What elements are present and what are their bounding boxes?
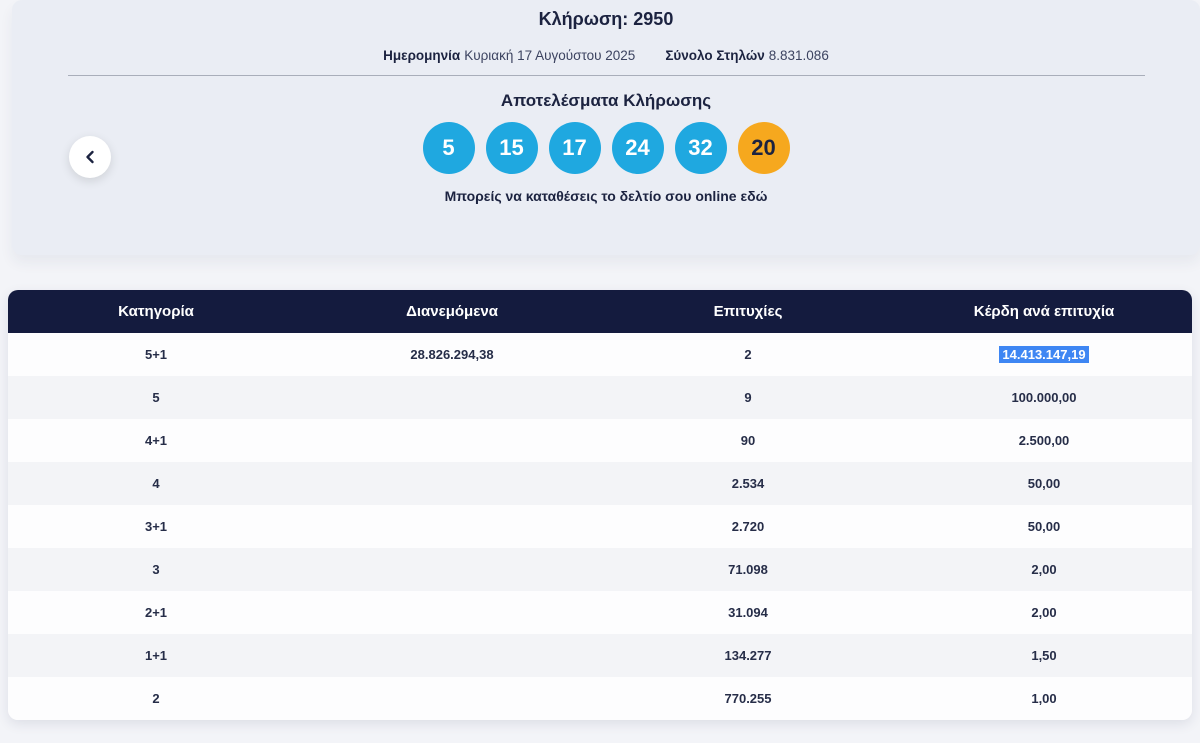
draw-date: Ημερομηνία Κυριακή 17 Αυγούστου 2025	[383, 48, 635, 63]
cell-prize: 2,00	[896, 562, 1192, 577]
total-columns-value: 8.831.086	[769, 48, 829, 63]
table-row: 3 71.098 2,00	[8, 548, 1192, 591]
cell-category: 4	[8, 476, 304, 491]
bonus-number-ball: 20	[738, 122, 790, 174]
draw-summary-section: Κλήρωση: 2950 Ημερομηνία Κυριακή 17 Αυγού…	[12, 0, 1200, 255]
table-row: 4 2.534 50,00	[8, 462, 1192, 505]
cell-prize: 2.500,00	[896, 433, 1192, 448]
draw-date-value: Κυριακή 17 Αυγούστου 2025	[464, 48, 635, 63]
table-row: 2 770.255 1,00	[8, 677, 1192, 720]
winning-number-ball: 32	[675, 122, 727, 174]
cell-category: 3+1	[8, 519, 304, 534]
cell-prize: 1,50	[896, 648, 1192, 663]
cell-prize: 50,00	[896, 519, 1192, 534]
cell-category: 4+1	[8, 433, 304, 448]
cell-winners: 2.534	[600, 476, 896, 491]
winning-numbers: 5 15 17 24 32 20	[12, 122, 1200, 174]
winning-number-ball: 24	[612, 122, 664, 174]
table-row: 5 9 100.000,00	[8, 376, 1192, 419]
winning-number-ball: 17	[549, 122, 601, 174]
draw-date-label: Ημερομηνία	[383, 48, 460, 63]
draw-title: Κλήρωση: 2950	[12, 0, 1200, 30]
prize-table: Κατηγορία Διανεμόμενα Επιτυχίες Κέρδη αν…	[8, 290, 1192, 720]
table-row: 3+1 2.720 50,00	[8, 505, 1192, 548]
winning-number-ball: 5	[423, 122, 475, 174]
cell-distributed: 28.826.294,38	[304, 347, 600, 362]
cell-category: 5	[8, 390, 304, 405]
cell-category: 1+1	[8, 648, 304, 663]
table-row: 2+1 31.094 2,00	[8, 591, 1192, 634]
cell-winners: 31.094	[600, 605, 896, 620]
cell-category: 2	[8, 691, 304, 706]
total-columns: Σύνολο Στηλών 8.831.086	[665, 48, 829, 63]
results-title: Αποτελέσματα Κλήρωσης	[12, 91, 1200, 111]
total-columns-label: Σύνολο Στηλών	[665, 48, 764, 63]
table-row: 1+1 134.277 1,50	[8, 634, 1192, 677]
cell-winners: 71.098	[600, 562, 896, 577]
cell-prize: 2,00	[896, 605, 1192, 620]
cell-prize: 50,00	[896, 476, 1192, 491]
prize-table-header: Κατηγορία Διανεμόμενα Επιτυχίες Κέρδη αν…	[8, 290, 1192, 333]
deposit-online-link[interactable]: Μπορείς να καταθέσεις το δελτίο σου onli…	[12, 188, 1200, 204]
cell-category: 5+1	[8, 347, 304, 362]
cell-winners: 134.277	[600, 648, 896, 663]
cell-prize: 1,00	[896, 691, 1192, 706]
cell-winners: 90	[600, 433, 896, 448]
cell-winners: 2.720	[600, 519, 896, 534]
table-row: 5+1 28.826.294,38 2 14.413.147,19	[8, 333, 1192, 376]
cell-prize: 100.000,00	[896, 390, 1192, 405]
winning-number-ball: 15	[486, 122, 538, 174]
selected-prize-value: 14.413.147,19	[999, 346, 1088, 363]
cell-category: 3	[8, 562, 304, 577]
table-row: 4+1 90 2.500,00	[8, 419, 1192, 462]
previous-draw-button[interactable]	[69, 136, 111, 178]
cell-prize: 14.413.147,19	[896, 347, 1192, 362]
cell-winners: 2	[600, 347, 896, 362]
col-header-prize: Κέρδη ανά επιτυχία	[896, 303, 1192, 320]
col-header-distributed: Διανεμόμενα	[304, 303, 600, 320]
section-divider	[68, 75, 1145, 76]
col-header-winners: Επιτυχίες	[600, 303, 896, 320]
cell-winners: 9	[600, 390, 896, 405]
cell-winners: 770.255	[600, 691, 896, 706]
draw-meta: Ημερομηνία Κυριακή 17 Αυγούστου 2025 Σύνο…	[12, 48, 1200, 63]
col-header-category: Κατηγορία	[8, 303, 304, 320]
chevron-left-icon	[84, 150, 96, 164]
cell-category: 2+1	[8, 605, 304, 620]
